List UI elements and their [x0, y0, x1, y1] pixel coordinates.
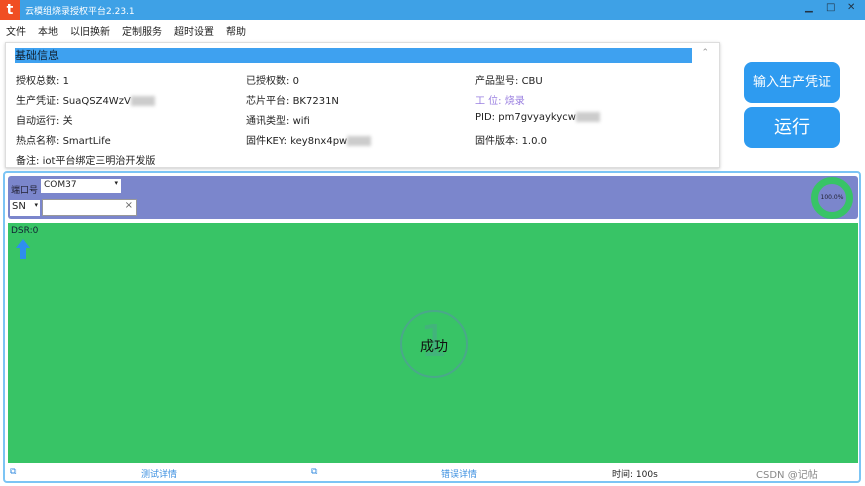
menu-help[interactable]: 帮助 [226, 23, 246, 38]
field-comm-type: 通讯类型: wifi [246, 116, 310, 127]
field-auto-run: 自动运行: 关 [16, 116, 73, 127]
window-title: 云模组烧录授权平台2.23.1 [25, 7, 135, 17]
app-logo: t [0, 0, 20, 20]
run-button[interactable]: 运行 [744, 107, 840, 148]
menu-file[interactable]: 文件 [6, 23, 26, 38]
progress-ring: 100.0% [811, 177, 853, 219]
menu-timeout-settings[interactable]: 超时设置 [174, 23, 214, 38]
control-bar: 端口号 COM37 ▾ SN ▾ × 100.0% [8, 176, 858, 219]
close-button[interactable]: ✕ [847, 2, 855, 13]
input-credential-button[interactable]: 输入生产凭证 [744, 62, 840, 103]
watermark: CSDN @记帖 [756, 470, 818, 481]
sn-select[interactable]: SN ▾ [10, 200, 40, 216]
maximize-button[interactable]: □ [826, 2, 835, 13]
menu-trade-in[interactable]: 以旧换新 [70, 23, 110, 38]
result-text: 成功 [420, 339, 448, 355]
test-detail-link[interactable]: 测试详情 [141, 467, 177, 480]
menu-bar: 文件 本地 以旧换新 定制服务 超时设置 帮助 [0, 20, 246, 40]
field-credential: 生产凭证: SuaQSZ4WzV [16, 92, 155, 107]
minimize-button[interactable]: ▁ [805, 2, 813, 13]
clear-icon[interactable]: × [125, 200, 133, 211]
field-total-auth: 授权总数: 1 [16, 76, 69, 87]
elapsed-time: 时间: 100s [612, 470, 658, 480]
field-station: 工 位: 烧录 [475, 96, 525, 107]
field-hotspot: 热点名称: SmartLife [16, 136, 111, 147]
test-detail-icon[interactable]: ⧉ [10, 467, 16, 477]
result-circle: 1 成功 [400, 310, 468, 378]
work-area: 端口号 COM37 ▾ SN ▾ × 100.0% DSR:0 1 成功 ⧉ 测试详… [3, 171, 861, 483]
field-chip-platform: 芯片平台: BK7231N [246, 96, 339, 107]
sn-input[interactable]: × [42, 199, 137, 216]
port-select[interactable]: COM37 ▾ [41, 179, 121, 193]
field-authorized: 已授权数: 0 [246, 76, 299, 87]
field-note: 备注: iot平台绑定三明治开发版 [16, 156, 156, 167]
menu-local[interactable]: 本地 [38, 23, 58, 38]
field-product-model: 产品型号: CBU [475, 76, 543, 87]
dsr-status: DSR:0 [11, 226, 39, 236]
field-pid: PID: pm7gvyaykycw [475, 112, 600, 123]
field-firmware-key: 固件KEY: key8nx4pw [246, 132, 372, 147]
field-firmware-version: 固件版本: 1.0.0 [475, 136, 548, 147]
error-detail-icon[interactable]: ⧉ [311, 467, 317, 477]
result-area: DSR:0 1 成功 [8, 223, 858, 463]
port-label: 端口号 [11, 186, 39, 196]
collapse-icon[interactable]: ⌃ [701, 48, 709, 58]
status-bar: ⧉ 测试详情 ⧉ 错误详情 时间: 100s CSDN @记帖 [8, 465, 858, 481]
arrow-up-icon [16, 239, 30, 259]
panel-header: 基础信息 [15, 48, 692, 63]
menu-custom-service[interactable]: 定制服务 [122, 23, 162, 38]
error-detail-link[interactable]: 错误详情 [441, 467, 477, 480]
title-bar: t 云模组烧录授权平台2.23.1 ▁ □ ✕ [0, 0, 865, 20]
basic-info-panel: 基础信息 ⌃ 授权总数: 1 已授权数: 0 产品型号: CBU 生产凭证: S… [5, 42, 720, 168]
